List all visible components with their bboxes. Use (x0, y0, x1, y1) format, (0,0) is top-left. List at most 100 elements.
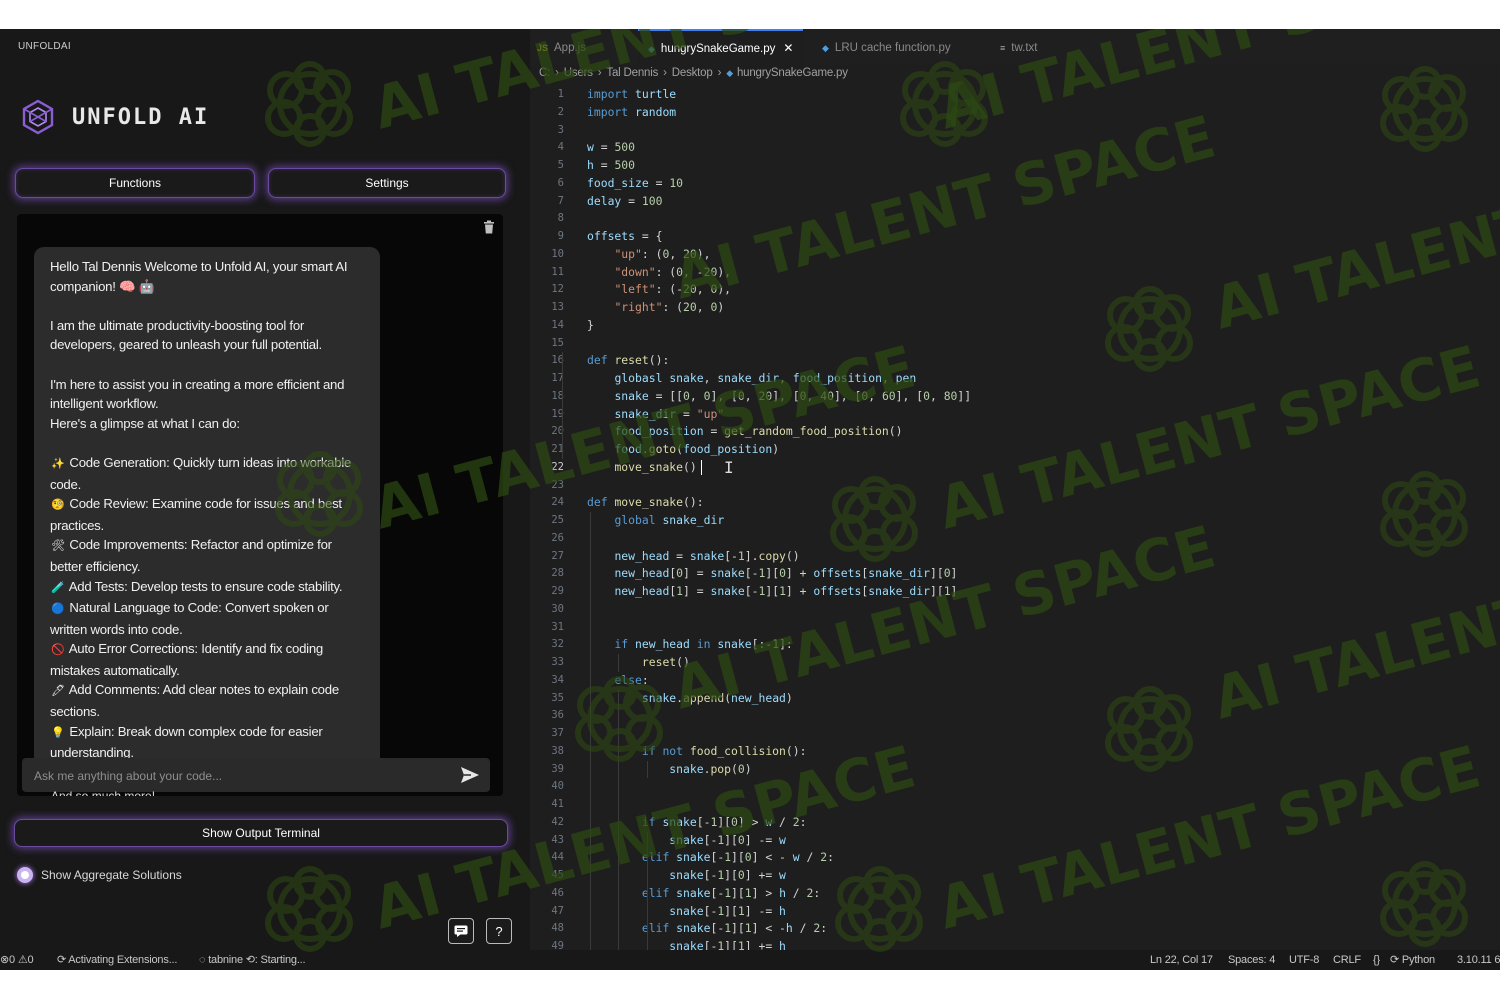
encoding[interactable]: UTF-8 (1289, 950, 1319, 970)
code-line[interactable]: 45 snake[-1][0] += w (530, 867, 1500, 885)
line-number: 24 (551, 496, 564, 509)
code-line[interactable]: 14} (530, 317, 1500, 335)
code-line[interactable]: 49 snake[-1][1] += h (530, 938, 1500, 950)
code-line[interactable]: 18 snake = [[0, 0], [0, 20], [0, 40], [0… (530, 388, 1500, 406)
code-text: elif snake[-1][1] < -h / 2: (641, 921, 828, 936)
code-line[interactable]: 38 if not food_collision(): (530, 743, 1500, 761)
code-line[interactable]: 47 snake[-1][1] -= h (530, 903, 1500, 921)
breadcrumb-item[interactable]: Tal Dennis (606, 67, 658, 79)
code-line[interactable]: 48 elif snake[-1][1] < -h / 2: (530, 920, 1500, 938)
code-line[interactable]: 27 new_head = snake[-1].copy() (530, 548, 1500, 566)
code-line[interactable]: 16 def reset(): (530, 352, 1500, 370)
python-version[interactable]: 3.10.11 64-bit (1457, 950, 1500, 970)
breadcrumb-item[interactable]: C: (539, 67, 550, 79)
code-line[interactable]: 20 food_position = get_random_food_posit… (530, 423, 1500, 441)
code-line[interactable]: 9 offsets = { (530, 228, 1500, 246)
code-line[interactable]: 12 "left": (-20, 0), (530, 281, 1500, 299)
chat-button[interactable] (448, 918, 474, 944)
feature-item: 🧪 Add Tests: Develop tests to ensure cod… (50, 577, 364, 599)
code-line[interactable]: 30 (530, 601, 1500, 619)
code-line[interactable]: 8 (530, 210, 1500, 228)
send-icon[interactable] (460, 766, 480, 784)
trash-icon[interactable] (483, 220, 495, 234)
settings-button[interactable]: Settings (268, 168, 506, 198)
mouse-ibeam-icon: I (724, 457, 734, 477)
code-line[interactable]: 11 "down": (0, -20), (530, 264, 1500, 282)
code-line[interactable]: 34 else: (530, 672, 1500, 690)
indentation[interactable]: Spaces: 4 (1228, 950, 1275, 970)
code-line[interactable]: 32 if new_head in snake[:-1]: (530, 636, 1500, 654)
close-icon[interactable]: ✕ (783, 41, 793, 55)
tab-tw-txt[interactable]: ≡ tw.txt (1000, 29, 1037, 65)
code-text: snake[-1][1] -= h (669, 903, 786, 918)
indent-guide (646, 760, 648, 779)
code-line[interactable]: 46 elif snake[-1][1] > h / 2: (530, 885, 1500, 903)
show-output-terminal-button[interactable]: Show Output Terminal (14, 819, 508, 847)
activating-extensions[interactable]: ⟳ Activating Extensions... (57, 950, 177, 970)
code-text: elif snake[-1][1] > h / 2: (641, 885, 821, 900)
code-line[interactable]: 33 reset() (530, 654, 1500, 672)
code-line[interactable]: 43 snake[-1][0] -= w (530, 832, 1500, 850)
functions-button[interactable]: Functions (15, 168, 255, 198)
indent-guide (590, 512, 591, 950)
code-line[interactable]: 3 (530, 122, 1500, 140)
tabnine-status[interactable]: ◌ tabnine ⟲: Starting... (199, 950, 306, 970)
tab-label: App.js (554, 42, 586, 54)
code-line[interactable]: 10 "up": (0, 20), (530, 246, 1500, 264)
braces-icon[interactable]: {} (1373, 950, 1380, 970)
code-line[interactable]: 13 "right": (20, 0) (530, 299, 1500, 317)
line-ending[interactable]: CRLF (1333, 950, 1361, 970)
help-button[interactable]: ? (486, 918, 512, 944)
aggregate-label: Show Aggregate Solutions (41, 868, 182, 882)
code-line[interactable]: 42 if snake[-1][0] > w / 2: (530, 814, 1500, 832)
status-bar: ⊗0 ⚠0 ⟳ Activating Extensions... ◌ tabni… (0, 950, 1500, 970)
editor-tabs: JS App.js ◆ hungrySnakeGame.py ✕ ◆ LRU cache… (530, 29, 1500, 67)
code-line[interactable]: 36 (530, 707, 1500, 725)
code-line[interactable]: 31 (530, 619, 1500, 637)
breadcrumb-item[interactable]: Desktop (672, 67, 713, 79)
line-number: 17 (551, 372, 564, 384)
tab-lru-cache-function[interactable]: ◆ LRU cache function.py (822, 29, 951, 65)
code-line[interactable]: 17 globasl snake, snake_dir, food_positi… (530, 370, 1500, 388)
aggregate-solutions-toggle[interactable]: Show Aggregate Solutions (17, 867, 182, 883)
code-line[interactable]: 4 w = 500 (530, 139, 1500, 157)
tab-app-js[interactable]: JS App.js (537, 29, 586, 65)
code-line[interactable]: 28 new_head[0] = snake[-1][0] + offsets[… (530, 565, 1500, 583)
code-line[interactable]: 19 snake_dir = "up" (530, 406, 1500, 424)
line-number: 2 (557, 105, 564, 118)
code-line[interactable]: 29 new_head[1] = snake[-1][1] + offsets[… (530, 583, 1500, 601)
line-number: 19 (551, 407, 564, 420)
code-line[interactable]: 1 import turtle (530, 86, 1500, 104)
code-text: reset() (641, 655, 690, 669)
code-line[interactable]: 22 move_snake() (530, 459, 1500, 477)
code-line[interactable]: 2 import random (530, 104, 1500, 122)
tab-hungry-snake-game[interactable]: ◆ hungrySnakeGame.py ✕ (638, 29, 804, 67)
problems-indicator[interactable]: ⊗0 ⚠0 (0, 950, 34, 970)
code-line[interactable]: 26 (530, 530, 1500, 548)
line-number: 32 (551, 638, 564, 651)
code-line[interactable]: 25 global snake_dir (530, 512, 1500, 530)
code-line[interactable]: 35 snake.append(new_head) (530, 690, 1500, 708)
code-line[interactable]: 37 (530, 725, 1500, 743)
code-line[interactable]: 15 (530, 335, 1500, 353)
code-line[interactable]: 40 (530, 778, 1500, 796)
code-line[interactable]: 23 (530, 477, 1500, 495)
breadcrumb-item[interactable]: Users (564, 67, 593, 79)
code-line[interactable]: 21 food.goto(food_position) (530, 441, 1500, 459)
code-line[interactable]: 41 (530, 796, 1500, 814)
aggregate-radio[interactable] (17, 867, 33, 883)
sync-icon: ⟳ (57, 954, 67, 966)
loading-icon: ⟲ (245, 954, 255, 966)
code-area[interactable]: 1 import turtle 2 import random 3 4 w = 500 5 h … (530, 84, 1500, 950)
language-mode[interactable]: ⟳ Python (1390, 950, 1435, 970)
code-line[interactable]: 5 h = 500 (530, 157, 1500, 175)
code-line[interactable]: 44 elif snake[-1][0] < - w / 2: (530, 849, 1500, 867)
code-line[interactable]: 39 snake.pop(0) (530, 761, 1500, 779)
line-number: 29 (551, 585, 564, 597)
code-line[interactable]: 6 food_size = 10 (530, 175, 1500, 193)
code-line[interactable]: 7 delay = 100 (530, 193, 1500, 211)
code-text: snake.pop(0) (669, 761, 752, 776)
cursor-position[interactable]: Ln 22, Col 17 (1150, 950, 1213, 970)
breadcrumb-item[interactable]: hungrySnakeGame.py (737, 67, 848, 79)
code-line[interactable]: 24 def move_snake(): (530, 494, 1500, 512)
